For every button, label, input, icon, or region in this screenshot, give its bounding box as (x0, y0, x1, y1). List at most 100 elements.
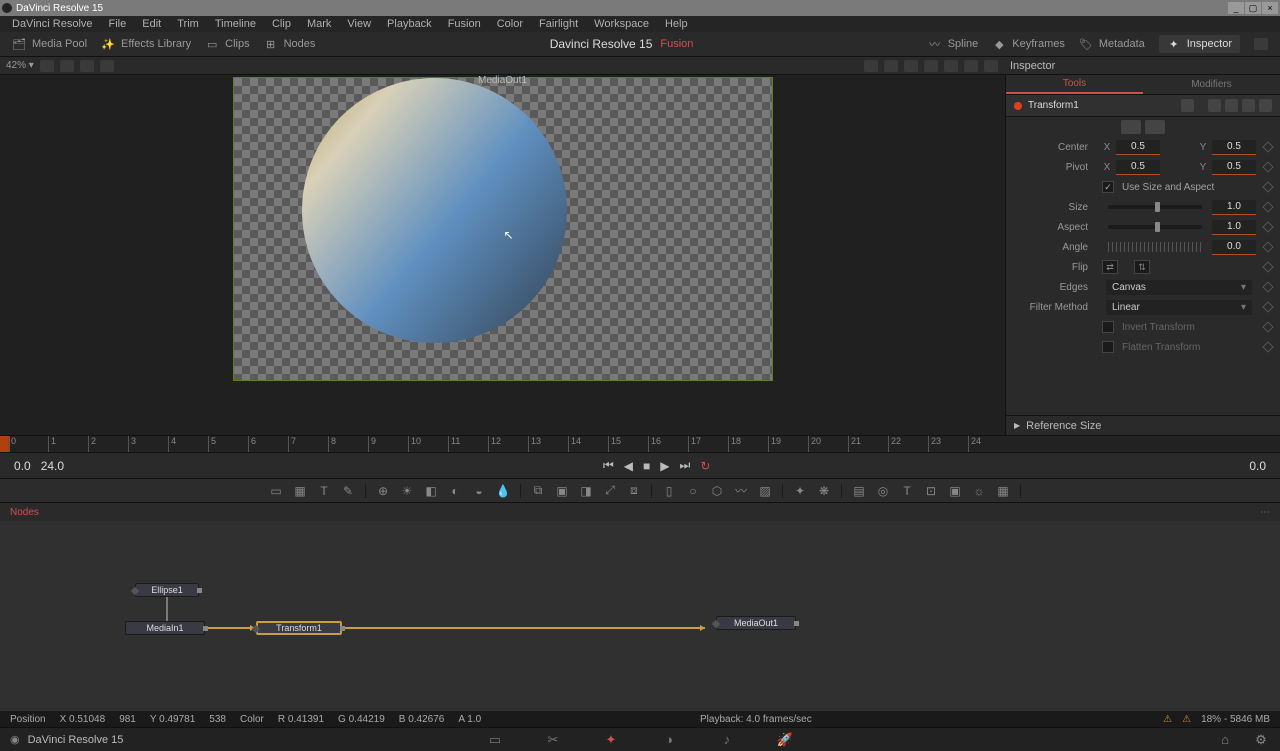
aspect-input[interactable] (1212, 220, 1256, 235)
angle-input[interactable] (1212, 240, 1256, 255)
timeline-ruler[interactable]: 0123456789101112131415161718192021222324 (0, 435, 1280, 453)
node-input-port[interactable] (712, 620, 720, 628)
page-fairlight[interactable]: ♪ (718, 733, 736, 747)
panel-expand-button[interactable] (1254, 38, 1268, 50)
menu-edit[interactable]: Edit (134, 18, 169, 30)
panel-inspector[interactable]: ✦Inspector (1159, 35, 1240, 53)
tab-modifiers[interactable]: Modifiers (1143, 75, 1280, 94)
menu-help[interactable]: Help (657, 18, 696, 30)
viewer-canvas[interactable]: ↖ (233, 77, 773, 381)
go-start-button[interactable]: ⏮ (603, 458, 614, 473)
viewer-opt-1[interactable] (40, 60, 54, 72)
aspect-slider[interactable] (1108, 225, 1202, 229)
tool-matte[interactable]: ▣ (555, 484, 569, 498)
node-settings-button[interactable] (1259, 99, 1272, 112)
panel-metadata[interactable]: 🏷Metadata (1079, 38, 1145, 50)
tool-light-3d[interactable]: ☼ (972, 484, 986, 498)
flip-vertical-button[interactable]: ⇅ (1134, 260, 1150, 274)
tool-polygon-mask[interactable]: ⬡ (710, 484, 724, 498)
node-reset-button[interactable] (1225, 99, 1238, 112)
tool-brightness[interactable]: ☀ (400, 484, 414, 498)
center-y-input[interactable] (1212, 140, 1256, 155)
step-back-button[interactable]: ◀ (624, 459, 633, 473)
page-edit[interactable]: ✂ (544, 733, 562, 747)
pivot-x-input[interactable] (1116, 160, 1160, 175)
menu-trim[interactable]: Trim (169, 18, 207, 30)
flip-keyframe[interactable] (1262, 261, 1273, 272)
menu-timeline[interactable]: Timeline (207, 18, 264, 30)
tool-text-3d[interactable]: T (900, 484, 914, 498)
tool-rectangle-mask[interactable]: ▯ (662, 484, 676, 498)
page-media[interactable]: ▭ (486, 733, 504, 747)
panel-nodes[interactable]: ⊞Nodes (264, 38, 316, 50)
panel-effects-library[interactable]: ✨Effects Library (101, 38, 191, 50)
node-transform1[interactable]: Transform1 (256, 621, 342, 635)
center-keyframe[interactable] (1262, 141, 1273, 152)
tool-tracker[interactable]: ⊕ (376, 484, 390, 498)
project-settings-button[interactable]: ⚙ (1252, 733, 1270, 747)
panel-media-pool[interactable]: 🗂Media Pool (12, 38, 87, 50)
page-fusion[interactable]: ✦ (602, 733, 620, 747)
menu-file[interactable]: File (101, 18, 135, 30)
viewer-zoom-dropdown[interactable]: 42% ▾ (6, 60, 34, 71)
node-lock-button[interactable] (1242, 99, 1255, 112)
loop-button[interactable]: ↻ (700, 459, 710, 473)
tool-background[interactable]: ▭ (269, 484, 283, 498)
menu-view[interactable]: View (339, 18, 379, 30)
tool-particles[interactable]: ✦ (793, 484, 807, 498)
tool-bspline-mask[interactable]: 〰 (734, 484, 748, 498)
masked-image[interactable] (302, 78, 567, 343)
nodes-panel-menu[interactable]: ⋯ (1260, 507, 1270, 518)
viewer-guide-2[interactable] (884, 60, 898, 72)
menu-mark[interactable]: Mark (299, 18, 339, 30)
tool-render-3d[interactable]: ▦ (996, 484, 1010, 498)
tool-hue[interactable]: ◒ (472, 484, 486, 498)
tool-fastnoise[interactable]: ▦ (293, 484, 307, 498)
tool-blur[interactable]: 💧 (496, 484, 510, 498)
tool-crop[interactable]: ⧈ (627, 484, 641, 498)
menu-app[interactable]: DaVinci Resolve (4, 18, 101, 30)
flatten-checkbox[interactable] (1102, 341, 1114, 353)
menu-clip[interactable]: Clip (264, 18, 299, 30)
size-slider[interactable] (1108, 205, 1202, 209)
flip-horizontal-button[interactable]: ⇄ (1102, 260, 1118, 274)
edges-keyframe[interactable] (1262, 281, 1273, 292)
invert-checkbox[interactable] (1102, 321, 1114, 333)
panel-clips[interactable]: ▭Clips (205, 38, 249, 50)
menu-fusion[interactable]: Fusion (440, 18, 489, 30)
invert-keyframe[interactable] (1262, 321, 1273, 332)
mode-transform-button[interactable] (1121, 120, 1141, 134)
tool-resize[interactable]: ⤢ (603, 484, 617, 498)
maximize-button[interactable]: ▢ (1245, 2, 1261, 14)
use-size-keyframe[interactable] (1262, 181, 1273, 192)
transform-center-handle[interactable]: ↖ (504, 228, 514, 242)
tool-channel[interactable]: ◧ (424, 484, 438, 498)
flatten-keyframe[interactable] (1262, 341, 1273, 352)
stop-button[interactable]: ■ (643, 459, 650, 473)
node-pin-button[interactable] (1208, 99, 1221, 112)
panel-spline[interactable]: 〰Spline (928, 38, 979, 50)
menu-fairlight[interactable]: Fairlight (531, 18, 586, 30)
play-button[interactable]: ▶ (660, 459, 669, 473)
home-button[interactable]: ⌂ (1216, 733, 1234, 747)
node-input-port[interactable] (252, 625, 260, 633)
edges-dropdown[interactable]: Canvas (1106, 280, 1252, 295)
aspect-keyframe[interactable] (1262, 221, 1273, 232)
node-input-port[interactable] (131, 587, 139, 595)
reference-size-header[interactable]: ▶ Reference Size (1006, 415, 1280, 435)
pivot-keyframe[interactable] (1262, 161, 1273, 172)
viewer-guide-4[interactable] (924, 60, 938, 72)
viewer-menu-dots[interactable] (984, 60, 998, 72)
viewer-opt-4[interactable] (100, 60, 114, 72)
go-end-button[interactable]: ⏭ (680, 458, 691, 473)
angle-keyframe[interactable] (1262, 241, 1273, 252)
close-button[interactable]: × (1262, 2, 1278, 14)
size-keyframe[interactable] (1262, 201, 1273, 212)
page-deliver[interactable]: 🚀 (776, 733, 794, 747)
tool-merge-3d[interactable]: ⊡ (924, 484, 938, 498)
tool-colorcorrector[interactable]: ◐ (448, 484, 462, 498)
center-x-input[interactable] (1116, 140, 1160, 155)
page-color[interactable]: ◑ (660, 733, 678, 747)
tool-camera-3d[interactable]: ▣ (948, 484, 962, 498)
menu-workspace[interactable]: Workspace (586, 18, 657, 30)
